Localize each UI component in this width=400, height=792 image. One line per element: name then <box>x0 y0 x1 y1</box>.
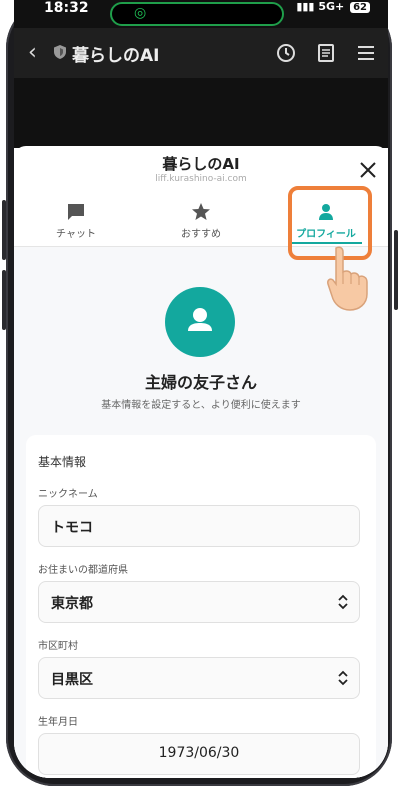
back-arrow-icon[interactable]: ‹ <box>28 40 37 65</box>
status-indicators: ▮▮▮ 5G+ 62 <box>296 0 370 13</box>
battery-icon: 62 <box>350 2 370 13</box>
document-icon[interactable] <box>314 41 338 65</box>
avatar <box>165 287 235 357</box>
shield-icon <box>54 45 66 59</box>
close-icon[interactable] <box>358 160 378 180</box>
birthdate-label: 生年月日 <box>38 717 78 728</box>
sheet-title: 暮らしのAI <box>162 155 240 173</box>
prefecture-select[interactable]: 東京都 <box>38 581 360 623</box>
section-title: 基本情報 <box>38 455 87 469</box>
city-label: 市区町村 <box>38 641 78 652</box>
sheet-header: 暮らしのAI liff.kurashino-ai.com <box>14 146 388 190</box>
chat-icon <box>68 204 84 220</box>
birthdate-field[interactable]: 1973/06/30 <box>38 733 360 775</box>
history-icon[interactable] <box>274 41 298 65</box>
liff-sheet: 暮らしのAI liff.kurashino-ai.com チャット おすすめ プ… <box>14 146 388 778</box>
profile-content: 主婦の友子さん 基本情報を設定すると、より便利に使えます 基本情報 ニックネーム… <box>14 247 388 778</box>
browser-backdrop <box>14 78 388 148</box>
nickname-label: ニックネーム <box>38 489 98 500</box>
star-icon <box>192 203 210 220</box>
basic-info-card: 基本情報 ニックネーム トモコ お住まいの都道府県 東京都 市区町村 目黒区 生… <box>26 435 376 778</box>
prefecture-label: お住まいの都道府県 <box>38 565 128 576</box>
dynamic-island: ◎ <box>110 2 284 26</box>
status-bar: 18:32 ◎ ▮▮▮ 5G+ 62 <box>14 0 388 28</box>
network-label: 5G+ <box>318 0 345 13</box>
profile-name: 主婦の友子さん <box>144 373 257 392</box>
tab-chat[interactable]: チャット <box>14 196 138 246</box>
tab-label: チャット <box>56 229 96 240</box>
prefecture-value: 東京都 <box>51 596 93 612</box>
chevron-updown-icon <box>338 594 348 610</box>
status-time: 18:32 <box>44 0 89 16</box>
phone-side-button <box>2 200 6 260</box>
tab-label: おすすめ <box>181 229 221 240</box>
browser-title: 暮らしのAI <box>72 46 160 66</box>
person-icon <box>188 308 212 331</box>
menu-icon[interactable] <box>354 41 378 65</box>
city-select[interactable]: 目黒区 <box>38 657 360 699</box>
sheet-url: liff.kurashino-ai.com <box>155 174 247 184</box>
call-icon: ◎ <box>134 5 147 21</box>
pointing-hand-icon <box>327 246 368 311</box>
profile-description: 基本情報を設定すると、より便利に使えます <box>101 400 301 411</box>
city-value: 目黒区 <box>51 672 93 688</box>
nickname-field[interactable]: トモコ <box>38 505 360 547</box>
tab-recommend[interactable]: おすすめ <box>139 196 263 246</box>
signal-icon: ▮▮▮ <box>296 0 315 13</box>
phone-side-button <box>394 230 398 310</box>
phone-screen: 18:32 ◎ ▮▮▮ 5G+ 62 ‹ 暮らしのAI 暮らしのAI liff.… <box>14 0 388 778</box>
phone-side-button <box>2 270 6 330</box>
birthdate-value: 1973/06/30 <box>158 745 240 761</box>
chevron-updown-icon <box>338 670 348 686</box>
browser-header: ‹ 暮らしのAI <box>14 28 388 78</box>
nickname-value: トモコ <box>51 520 93 536</box>
